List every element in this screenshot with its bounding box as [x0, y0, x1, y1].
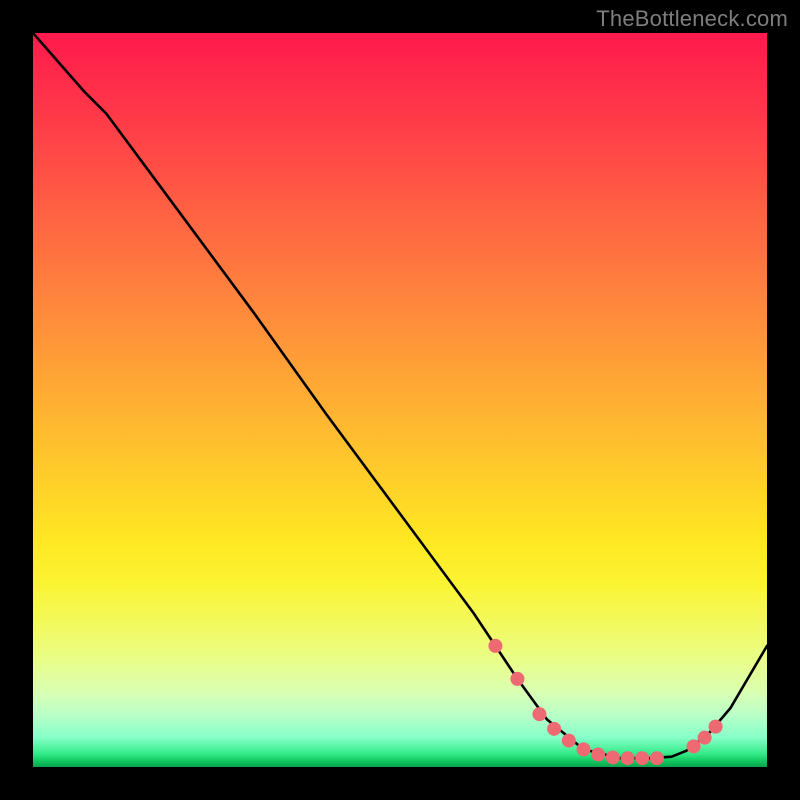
marker-dot — [577, 742, 591, 756]
chart-svg — [33, 33, 767, 767]
chart-frame: TheBottleneck.com — [0, 0, 800, 800]
marker-dot — [650, 751, 664, 765]
marker-dot — [532, 707, 546, 721]
marker-dot — [562, 734, 576, 748]
marker-dot — [635, 751, 649, 765]
marker-dot — [488, 639, 502, 653]
marker-dot — [709, 720, 723, 734]
plot-area — [33, 33, 767, 767]
marker-dot — [698, 731, 712, 745]
marker-layer — [488, 639, 722, 765]
curve-layer — [33, 33, 767, 758]
marker-dot — [606, 750, 620, 764]
watermark-text: TheBottleneck.com — [596, 6, 788, 32]
marker-dot — [687, 739, 701, 753]
marker-dot — [591, 748, 605, 762]
main-curve — [33, 33, 767, 758]
marker-dot — [510, 672, 524, 686]
marker-dot — [547, 722, 561, 736]
marker-dot — [621, 751, 635, 765]
